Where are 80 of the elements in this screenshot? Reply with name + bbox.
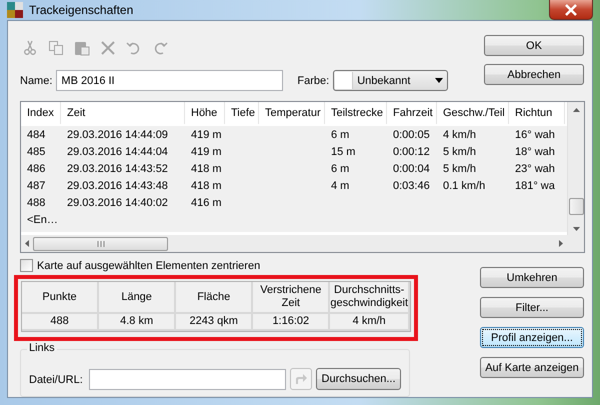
browse-button[interactable]: Durchsuchen... bbox=[316, 368, 401, 390]
table-cell: 29.03.2016 14:44:04 bbox=[67, 146, 168, 158]
scroll-up-icon[interactable] bbox=[572, 108, 580, 112]
stats-header: Durchschnitts-geschwindigkeit bbox=[330, 282, 410, 314]
action-button[interactable]: Filter... bbox=[480, 297, 584, 318]
column-header[interactable]: Tiefe bbox=[225, 102, 259, 124]
url-label: Datei/URL: bbox=[29, 374, 83, 386]
stats-value: 488 bbox=[22, 314, 100, 331]
table-cell: 23° wah bbox=[515, 162, 555, 174]
scrollbar-thumb[interactable] bbox=[568, 198, 584, 215]
table-cell: 16° wah bbox=[515, 128, 555, 140]
window-title: Trackeigenschaften bbox=[29, 3, 134, 17]
ok-button[interactable]: OK bbox=[484, 35, 584, 56]
group-title: Links bbox=[27, 342, 57, 354]
arrow-icon bbox=[295, 373, 308, 385]
table-cell: 418 m bbox=[191, 180, 222, 192]
table-cell: 486 bbox=[27, 162, 46, 174]
column-header[interactable]: Temperatur bbox=[259, 102, 325, 124]
table-cell: 485 bbox=[27, 146, 46, 158]
column-header[interactable]: Richtun bbox=[509, 102, 565, 124]
table-cell: 5 km/h bbox=[443, 162, 476, 174]
app-icon bbox=[7, 2, 23, 18]
table-cell: 6 m bbox=[331, 128, 350, 140]
table-cell: 0:00:04 bbox=[393, 162, 430, 174]
table-cell: 29.03.2016 14:43:52 bbox=[67, 162, 168, 174]
stats-header: Punkte bbox=[22, 282, 100, 314]
stats-header: Fläche bbox=[176, 282, 254, 314]
table-cell: 15 m bbox=[331, 146, 356, 158]
go-button[interactable] bbox=[290, 368, 312, 390]
color-dropdown[interactable]: Unbekannt bbox=[333, 70, 448, 91]
column-header[interactable]: Zeit bbox=[61, 102, 185, 124]
action-button[interactable]: Umkehren bbox=[480, 267, 584, 288]
url-field[interactable] bbox=[88, 369, 286, 390]
table-cell: 418 m bbox=[191, 162, 222, 174]
caret-icon bbox=[435, 78, 444, 83]
table-cell: 0.1 km/h bbox=[443, 180, 486, 192]
scroll-right-icon[interactable] bbox=[559, 240, 563, 247]
column-header[interactable]: Index bbox=[21, 102, 61, 124]
cancel-button[interactable]: Abbrechen bbox=[484, 64, 584, 85]
table-cell: 487 bbox=[27, 180, 46, 192]
table-cell: 0:03:46 bbox=[393, 180, 430, 192]
table-cell: 181° wa bbox=[515, 180, 555, 192]
table-cell: 29.03.2016 14:44:09 bbox=[67, 128, 168, 140]
color-label: Farbe: bbox=[297, 74, 330, 86]
table-cell: 29.03.2016 14:40:02 bbox=[67, 196, 168, 208]
scroll-down-icon[interactable] bbox=[572, 227, 580, 231]
column-header[interactable]: Geschw./Teil bbox=[437, 102, 509, 124]
table-cell: 0:00:12 bbox=[393, 146, 430, 158]
table-cell: 0:00:05 bbox=[393, 128, 430, 140]
scrollbar-thumb[interactable] bbox=[33, 236, 168, 250]
column-header[interactable]: Teilstrecke bbox=[325, 102, 387, 124]
column-header[interactable]: Fahrzeit bbox=[387, 102, 437, 124]
stats-value: 2243 qkm bbox=[176, 314, 254, 331]
table-cell: 18° wah bbox=[515, 146, 555, 158]
table-cell: 4 km/h bbox=[443, 128, 476, 140]
table-cell: 416 m bbox=[191, 196, 222, 208]
stats-value: 1:16:02 bbox=[253, 314, 330, 331]
table-cell: 484 bbox=[27, 128, 46, 140]
center-checkbox[interactable] bbox=[20, 259, 33, 272]
table-cell: 29.03.2016 14:43:48 bbox=[67, 180, 168, 192]
stats-value: 4.8 km bbox=[99, 314, 176, 331]
stats-value: 4 km/h bbox=[330, 314, 410, 331]
table-cell: 488 bbox=[27, 196, 46, 208]
name-label: Name: bbox=[20, 74, 52, 86]
name-field[interactable]: MB 2016 II bbox=[56, 70, 284, 91]
checkbox-label: Karte auf ausgewählten Elementen zentrieren bbox=[37, 260, 260, 272]
action-button[interactable]: Auf Karte anzeigen bbox=[480, 357, 584, 378]
action-button[interactable]: Profil anzeigen... bbox=[480, 327, 584, 348]
scroll-left-icon[interactable] bbox=[25, 240, 29, 247]
stats-header: Länge bbox=[99, 282, 176, 314]
table-cell: 6 m bbox=[331, 162, 350, 174]
close-icon bbox=[564, 4, 578, 16]
close-button[interactable] bbox=[549, 0, 593, 20]
table-cell: 419 m bbox=[191, 146, 222, 158]
table-cell: 419 m bbox=[191, 128, 222, 140]
table-cell: <En… bbox=[27, 214, 58, 226]
column-header[interactable]: Höhe bbox=[185, 102, 225, 124]
table-cell: 4 m bbox=[331, 180, 350, 192]
stats-header: Verstrichene Zeit bbox=[253, 282, 330, 314]
table-cell: 5 km/h bbox=[443, 146, 476, 158]
